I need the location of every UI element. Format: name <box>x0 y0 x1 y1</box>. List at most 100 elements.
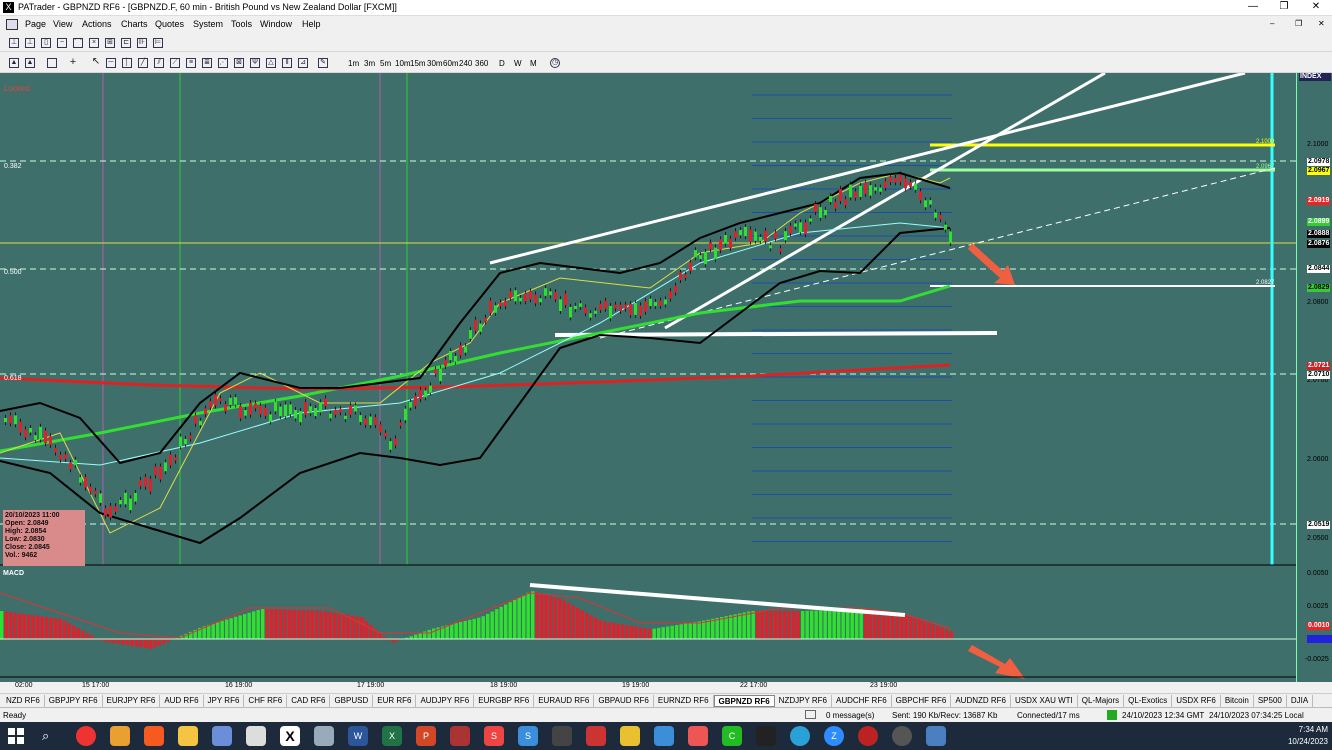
line-chart-icon[interactable]: ~ <box>57 38 67 48</box>
symbol-tab[interactable]: CAD RF6 <box>287 695 331 707</box>
symbol-tab[interactable]: JPY RF6 <box>204 695 245 707</box>
cycle-lines-icon[interactable]: ⦀ <box>282 58 292 68</box>
tf-10m[interactable]: 10m <box>395 59 411 68</box>
word-icon[interactable]: W <box>348 726 368 746</box>
kagi-icon[interactable]: ⊏ <box>121 38 131 48</box>
symbol-tab[interactable]: GBPAUD RF6 <box>594 695 654 707</box>
close-icon[interactable]: ✕ <box>1309 1 1323 13</box>
app-icon[interactable] <box>688 726 708 746</box>
trendline-icon[interactable]: ╱ <box>138 58 148 68</box>
speed-lines-icon[interactable]: ⊿ <box>298 58 308 68</box>
fib-retracement-icon[interactable]: ≡ <box>186 58 196 68</box>
symbol-tab[interactable]: USDX RF6 <box>1172 695 1221 707</box>
mdi-minimize-icon[interactable]: – <box>1270 19 1274 28</box>
powerpoint-icon[interactable]: P <box>416 726 436 746</box>
zoom-icon[interactable]: Z <box>824 726 844 746</box>
minimize-icon[interactable]: — <box>1246 1 1260 13</box>
screenshot-icon[interactable] <box>246 726 266 746</box>
symbol-tab[interactable]: EURAUD RF6 <box>534 695 595 707</box>
taskbar-clock[interactable]: 7:34 AM 10/24/2023 <box>1288 724 1328 748</box>
tf-weekly[interactable]: W <box>514 59 522 68</box>
symbol-tab[interactable]: AUDJPY RF6 <box>416 695 475 707</box>
fib-fan-icon[interactable]: ⟋ <box>170 58 180 68</box>
symbol-tab[interactable]: AUDNZD RF6 <box>951 695 1011 707</box>
buy-icon[interactable]: ▲ <box>9 58 19 68</box>
symbol-tab[interactable]: Bitcoin <box>1221 695 1254 707</box>
price-chart[interactable]: 2.1000 2.0967 2.0827 Locked 0.382 0.500 … <box>0 73 1332 689</box>
pencil-icon[interactable]: ✎ <box>318 58 328 68</box>
telegram-icon[interactable] <box>790 726 810 746</box>
app-s-icon[interactable]: S <box>484 726 504 746</box>
symbol-tab[interactable]: GBPNZD RF6 <box>713 695 775 707</box>
crosshair-icon[interactable]: + <box>68 57 78 68</box>
menu-system[interactable]: System <box>193 19 223 29</box>
app-icon[interactable] <box>552 726 572 746</box>
chrome-icon[interactable] <box>76 726 96 746</box>
app-icon[interactable] <box>858 726 878 746</box>
area-chart-icon[interactable]: ⌒ <box>73 38 83 48</box>
tf-360[interactable]: 360 <box>475 59 488 68</box>
renko-icon[interactable]: ⊞ <box>105 38 115 48</box>
symbol-tab[interactable]: GBPJPY RF6 <box>45 695 103 707</box>
point-figure-icon[interactable]: × <box>89 38 99 48</box>
app-icon[interactable] <box>450 726 470 746</box>
symbol-tab[interactable]: NZDJPY RF6 <box>775 695 832 707</box>
hline-icon[interactable]: ─ <box>106 58 116 68</box>
tf-3m[interactable]: 3m <box>364 59 375 68</box>
app-icon[interactable] <box>926 726 946 746</box>
notes-icon[interactable] <box>212 726 232 746</box>
tf-60m[interactable]: 60m <box>443 59 459 68</box>
symbol-tab[interactable]: AUD RF6 <box>160 695 204 707</box>
indicator-icon[interactable]: ⊨ <box>153 38 163 48</box>
pointer-icon[interactable]: ↖ <box>91 57 101 68</box>
volume-icon[interactable]: ⊪ <box>137 38 147 48</box>
symbol-tab[interactable]: QL-Exotics <box>1124 695 1173 707</box>
tf-monthly[interactable]: M <box>530 59 537 68</box>
triangle-icon[interactable]: △ <box>266 58 276 68</box>
menu-window[interactable]: Window <box>260 19 292 29</box>
tf-1m[interactable]: 1m <box>348 59 359 68</box>
app-icon[interactable] <box>756 726 776 746</box>
mdi-restore-icon[interactable]: ❐ <box>1295 19 1302 28</box>
symbol-tab[interactable]: GBPCHF RF6 <box>892 695 952 707</box>
symbol-tab[interactable]: EURGBP RF6 <box>474 695 535 707</box>
app-icon[interactable] <box>620 726 640 746</box>
sell-icon[interactable]: ▲ <box>25 58 35 68</box>
menu-help[interactable]: Help <box>302 19 321 29</box>
tf-30m[interactable]: 30m <box>427 59 443 68</box>
excel-icon[interactable]: X <box>382 726 402 746</box>
fib-extension-icon[interactable]: ≣ <box>202 58 212 68</box>
tf-240[interactable]: 240 <box>459 59 472 68</box>
symbol-tab[interactable]: EURNZD RF6 <box>654 695 714 707</box>
gann-box-icon[interactable]: ⊠ <box>234 58 244 68</box>
chart-canvas[interactable]: 2.1000 2.0967 2.0827 <box>0 73 1296 682</box>
gann-fan-icon[interactable]: ⋰ <box>218 58 228 68</box>
channel-icon[interactable]: ⫽ <box>154 58 164 68</box>
menu-chart-icon[interactable] <box>6 19 18 30</box>
patrader-icon[interactable]: X <box>280 726 300 746</box>
status-messages[interactable]: 0 message(s) <box>826 711 874 720</box>
folder-icon[interactable] <box>178 726 198 746</box>
symbol-tab[interactable]: DJIA <box>1287 695 1314 707</box>
pitchfork-icon[interactable]: Ψ <box>250 58 260 68</box>
brave-icon[interactable] <box>144 726 164 746</box>
menu-tools[interactable]: Tools <box>231 19 252 29</box>
symbol-tab[interactable]: EURJPY RF6 <box>103 695 161 707</box>
symbol-tab[interactable]: GBPUSD <box>330 695 374 707</box>
search-icon[interactable]: ⌕ <box>42 728 49 744</box>
symbol-tab[interactable]: NZD RF6 <box>2 695 45 707</box>
app-s2-icon[interactable]: S <box>518 726 538 746</box>
mdi-close-icon[interactable]: ✕ <box>1318 19 1325 28</box>
symbol-tab[interactable]: SP500 <box>1254 695 1287 707</box>
symbol-tab[interactable]: USDX XAU WTI <box>1011 695 1078 707</box>
candle-icon[interactable]: ▯ <box>41 38 51 48</box>
app-icon[interactable] <box>110 726 130 746</box>
symbol-tab[interactable]: QL-Majors <box>1078 695 1125 707</box>
app-icon[interactable] <box>586 726 606 746</box>
tf-15m[interactable]: 15m <box>410 59 426 68</box>
bar-chart-icon[interactable]: ⊥ <box>9 38 19 48</box>
menu-view[interactable]: View <box>53 19 72 29</box>
tf-daily[interactable]: D <box>499 59 505 68</box>
app-icon[interactable] <box>654 726 674 746</box>
price-axis[interactable]: INDEX 2.1000 2.0900 2.0800 2.0700 2.0600… <box>1296 73 1332 682</box>
